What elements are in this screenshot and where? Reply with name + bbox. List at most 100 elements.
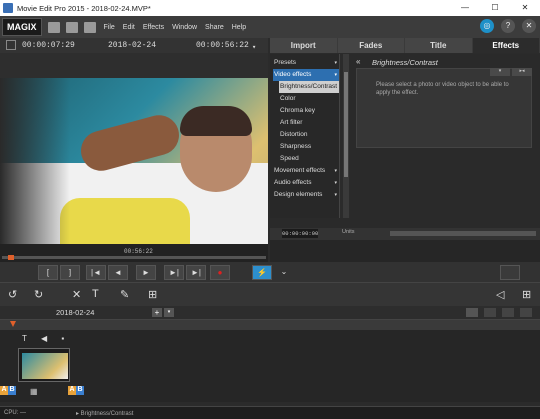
cpu-status: CPU: —	[4, 410, 27, 416]
minimize-button[interactable]: —	[450, 0, 480, 16]
tree-item-presets[interactable]: Presets ▾	[273, 57, 339, 69]
next-frame-button[interactable]: ►|	[164, 265, 184, 280]
tab-title[interactable]: Title	[405, 38, 472, 53]
title-icon[interactable]: T	[92, 288, 99, 300]
mini-unit: Units	[342, 229, 355, 235]
tree-item-movement-effects[interactable]: Movement effects ▾	[273, 165, 339, 177]
preset-dropdown-icon[interactable]: ▾	[490, 68, 510, 76]
no-selection-message: Please select a photo or video object to…	[376, 82, 509, 96]
menu-edit[interactable]: Edit	[123, 24, 135, 31]
tree-item-art-filter[interactable]: Art filter	[279, 117, 339, 129]
menu-effects[interactable]: Effects	[143, 24, 164, 31]
tree-item-distortion[interactable]: Distortion	[279, 129, 339, 141]
app-icon	[3, 3, 13, 13]
cut-icon[interactable]: ✎	[120, 288, 129, 301]
mini-timecode: 00:00:00:00	[282, 229, 319, 238]
lightning-icon[interactable]: ⚡	[252, 265, 272, 280]
tree-item-video-effects[interactable]: Video effects ▾	[273, 69, 339, 81]
monitor-top-spacer	[0, 53, 268, 78]
transport-bar: [ ] |◄ ◄ ► ►| ►| ● ⚡ ⌄	[0, 262, 540, 282]
film-strip-icon: ▦	[30, 387, 38, 396]
tree-item-speed[interactable]: Speed	[279, 153, 339, 165]
delete-icon[interactable]: ✕	[72, 288, 81, 301]
go-start-button[interactable]: |◄	[86, 265, 106, 280]
tree-item-chroma-key[interactable]: Chroma key	[279, 105, 339, 117]
window-title: Movie Edit Pro 2015 - 2018-02-24.MVP*	[17, 3, 151, 13]
apply-icon[interactable]: ▸◂	[512, 68, 532, 76]
transition-right-ab[interactable]: AB	[68, 386, 84, 395]
play-button[interactable]: ►	[136, 265, 156, 280]
add-movie-button[interactable]: +	[152, 308, 162, 317]
new-file-icon[interactable]	[47, 21, 60, 33]
menu-file[interactable]: File	[104, 24, 115, 31]
snapshot-icon[interactable]: ⊞	[148, 288, 157, 301]
monitor-menu-icon[interactable]: ▾	[252, 43, 256, 52]
tree-item-brightness-contrast[interactable]: Brightness/Contrast	[279, 81, 339, 93]
scene-mode-icon[interactable]	[484, 308, 496, 317]
timeline-header: 2018-02-24 + ▾	[0, 306, 540, 320]
mark-out-button[interactable]: ]	[60, 265, 80, 280]
preview-shadow	[0, 78, 70, 244]
tab-effects[interactable]: Effects	[472, 38, 539, 53]
redo-icon[interactable]: ↻	[34, 288, 43, 301]
effects-scrollbar[interactable]	[343, 54, 349, 218]
status-bar: CPU: — ▸ Brightness/Contrast	[0, 406, 540, 419]
maximize-button[interactable]: ☐	[480, 0, 510, 16]
multicam-mode-icon[interactable]	[520, 308, 532, 317]
timeline-ruler[interactable]	[0, 320, 540, 330]
mini-timeline: 00:00:00:00 Units	[270, 228, 540, 240]
tab-fades[interactable]: Fades	[337, 38, 404, 53]
tree-item-color[interactable]: Color	[279, 93, 339, 105]
track-tools[interactable]: T ◀ ▪	[22, 334, 70, 343]
menu-window[interactable]: Window	[172, 24, 197, 31]
effects-tree: Presets ▾ Video effects ▾ Brightness/Contr…	[270, 54, 340, 218]
tab-import[interactable]: Import	[270, 38, 337, 53]
undo-icon[interactable]: ↺	[8, 288, 17, 301]
save-icon[interactable]	[83, 21, 96, 33]
movie-dropdown-button[interactable]: ▾	[164, 308, 174, 317]
title-bar: Movie Edit Pro 2015 - 2018-02-24.MVP* — …	[0, 0, 540, 16]
mini-scroll-bar[interactable]	[390, 231, 536, 236]
volume-icon[interactable]: ◁	[496, 288, 504, 301]
scrollbar-thumb[interactable]	[344, 72, 348, 177]
menu-help[interactable]: Help	[232, 24, 246, 31]
mark-in-button[interactable]: [	[38, 265, 58, 280]
go-end-button[interactable]: ►|	[186, 265, 206, 280]
scrub-track[interactable]	[2, 256, 266, 259]
tree-item-sharpness[interactable]: Sharpness	[279, 141, 339, 153]
mixer-icon[interactable]: ⊞	[522, 288, 531, 301]
storyboard-mode-icon[interactable]	[466, 308, 478, 317]
preview-shirt	[60, 198, 190, 244]
monitor-settings-icon[interactable]	[6, 40, 16, 50]
help-button[interactable]: ?	[501, 19, 515, 33]
online-button[interactable]: ◎	[480, 19, 494, 33]
playhead-marker-icon[interactable]	[10, 321, 16, 327]
video-clip[interactable]	[18, 348, 70, 382]
tree-item-audio-effects[interactable]: Audio effects ▾	[273, 177, 339, 189]
record-button[interactable]: ●	[210, 265, 230, 280]
monitor-date: 2018-02-24	[108, 41, 157, 50]
panel-toggle-icon[interactable]	[500, 265, 520, 280]
scrub-bar[interactable]: 00:56:22	[0, 244, 268, 262]
playhead-handle[interactable]	[8, 255, 14, 260]
effect-title: Brightness/Contrast	[372, 58, 438, 67]
tree-item-design-elements[interactable]: Design elements ▾	[273, 189, 339, 201]
preview-mini-controls	[270, 218, 540, 228]
prev-frame-button[interactable]: ◄	[108, 265, 128, 280]
close-button[interactable]: ✕	[510, 0, 540, 16]
current-effect-status: ▸ Brightness/Contrast	[76, 411, 134, 417]
timeline-mode-icon[interactable]	[502, 308, 514, 317]
expand-down-icon[interactable]: ⌄	[274, 265, 294, 280]
transition-left-ab[interactable]: AB	[0, 386, 16, 395]
current-timecode: 00:00:07:29	[22, 41, 75, 50]
app-close-button[interactable]: ✕	[522, 19, 536, 33]
right-blank-area	[270, 240, 540, 262]
preview-hair	[180, 106, 252, 136]
timeline-date: 2018-02-24	[56, 308, 95, 317]
edit-toolbar: ↺ ↻ ✕ T ✎ ⊞ ◁ ⊞	[0, 282, 540, 306]
open-folder-icon[interactable]	[65, 21, 78, 33]
collapse-icon[interactable]: «	[356, 57, 360, 66]
menu-share[interactable]: Share	[205, 24, 224, 31]
effect-properties-panel: « Brightness/Contrast ▾ ▸◂ Please select…	[350, 54, 540, 218]
total-timecode: 00:00:56:22	[196, 41, 249, 50]
